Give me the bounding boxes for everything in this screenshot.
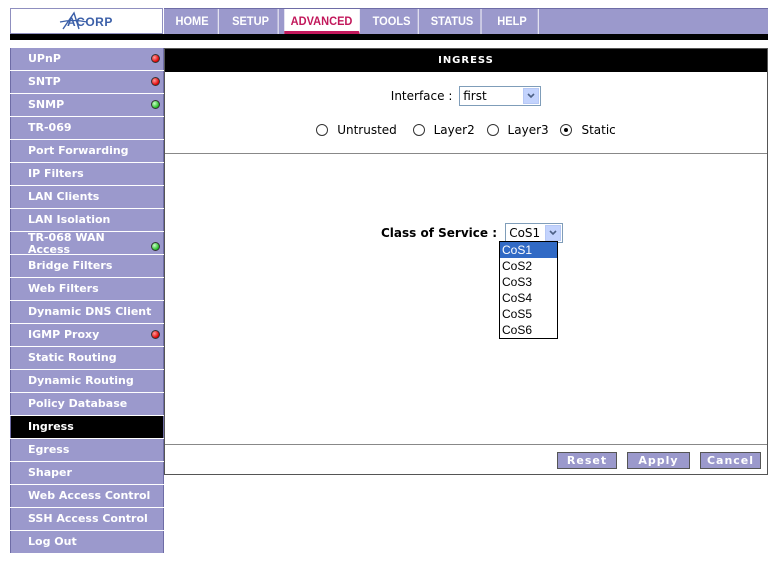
tab-home[interactable]: HOME xyxy=(166,9,219,34)
sidebar-item-label: IGMP Proxy xyxy=(28,328,100,341)
sidebar-item-snmp[interactable]: SNMP xyxy=(10,94,164,116)
reset-button[interactable]: Reset xyxy=(557,452,617,469)
sidebar-item-label: TR-068 WAN Access xyxy=(28,231,105,256)
sidebar-item-tr068-wan-access[interactable]: TR-068 WAN Access xyxy=(10,231,164,256)
sidebar-item-tr069[interactable]: TR-069 xyxy=(10,117,164,139)
sidebar-item-label: TR-069 xyxy=(28,121,72,134)
sidebar-item-policy-database[interactable]: Policy Database xyxy=(10,393,164,415)
sidebar-item-label: Log Out xyxy=(28,535,77,548)
cos-option[interactable]: CoS4 xyxy=(500,290,557,306)
cos-option[interactable]: CoS5 xyxy=(500,306,557,322)
sidebar-item-ingress[interactable]: Ingress xyxy=(10,416,164,438)
sidebar-item-sntp[interactable]: SNTP xyxy=(10,71,164,93)
sidebar-item-egress[interactable]: Egress xyxy=(10,439,164,461)
radio-static[interactable]: Static xyxy=(560,123,616,137)
sidebar-item-label: SSH Access Control xyxy=(28,512,148,525)
status-red-icon xyxy=(151,77,160,86)
interface-label: Interface : xyxy=(390,88,453,103)
cos-option[interactable]: CoS6 xyxy=(500,322,557,338)
cos-option[interactable]: CoS2 xyxy=(500,258,557,274)
sidebar-item-shaper[interactable]: Shaper xyxy=(10,462,164,484)
sidebar-item-label: Policy Database xyxy=(28,397,128,410)
chevron-down-icon[interactable] xyxy=(523,88,540,104)
tab-advanced[interactable]: ADVANCED xyxy=(284,9,360,34)
status-red-icon xyxy=(151,54,160,63)
interface-value: first xyxy=(463,89,487,103)
radio-label: Layer2 xyxy=(433,123,475,137)
sidebar-item-label: Static Routing xyxy=(28,351,117,364)
header-divider xyxy=(10,34,768,40)
sidebar-item-dynamic-routing[interactable]: Dynamic Routing xyxy=(10,370,164,392)
radio-label: Static xyxy=(581,123,616,137)
chevron-down-icon[interactable] xyxy=(545,225,562,241)
sidebar-item-label: Dynamic Routing xyxy=(28,374,134,387)
tab-setup[interactable]: SETUP xyxy=(223,9,279,34)
radio-button[interactable] xyxy=(316,124,329,136)
sidebar-item-dynamic-dns-client[interactable]: Dynamic DNS Client xyxy=(10,301,164,323)
sidebar-item-label: UPnP xyxy=(28,52,61,65)
status-red-icon xyxy=(151,330,160,339)
status-green-icon xyxy=(151,242,160,251)
apply-button[interactable]: Apply xyxy=(627,452,690,469)
sidebar-item-igmp-proxy[interactable]: IGMP Proxy xyxy=(10,324,164,346)
sidebar-item-lan-clients[interactable]: LAN Clients xyxy=(10,186,164,208)
sidebar-item-label: Bridge Filters xyxy=(28,259,113,272)
sidebar-item-label: Egress xyxy=(28,443,70,456)
trust-mode-radio-group: Untrusted Layer2 Layer3 Static xyxy=(165,123,767,137)
sidebar-item-ip-filters[interactable]: IP Filters xyxy=(10,163,164,185)
sidebar-item-label: LAN Isolation xyxy=(28,213,111,226)
radio-layer2[interactable]: Layer2 xyxy=(412,123,475,137)
radio-button[interactable] xyxy=(412,124,425,136)
cos-option[interactable]: CoS1 xyxy=(500,242,557,258)
cos-option[interactable]: CoS3 xyxy=(500,274,557,290)
logo-text: ACORP xyxy=(67,15,113,29)
sidebar-item-label: LAN Clients xyxy=(28,190,100,203)
sidebar-item-label: Port Forwarding xyxy=(28,144,129,157)
ingress-panel: INGRESS Interface : first Untrusted Laye… xyxy=(164,48,768,475)
cancel-button[interactable]: Cancel xyxy=(700,452,761,469)
top-navigation: HOME SETUP ADVANCED TOOLS STATUS HELP xyxy=(164,8,768,34)
action-buttons: Reset Apply Cancel xyxy=(557,452,761,469)
sidebar-item-port-forwarding[interactable]: Port Forwarding xyxy=(10,140,164,162)
class-of-service-row: Class of Service : CoS1 xyxy=(381,223,564,243)
cos-label: Class of Service : xyxy=(381,226,497,240)
footer-divider xyxy=(165,444,767,445)
page-title: INGRESS xyxy=(165,49,767,72)
acorp-logo: ACORP xyxy=(10,8,163,34)
sidebar-item-upnp[interactable]: UPnP xyxy=(10,48,164,70)
tab-tools[interactable]: TOOLS xyxy=(365,9,419,34)
sidebar-item-bridge-filters[interactable]: Bridge Filters xyxy=(10,255,164,277)
cos-dropdown-list: CoS1 CoS2 CoS3 CoS4 CoS5 CoS6 xyxy=(499,241,558,339)
sidebar-item-web-access-control[interactable]: Web Access Control xyxy=(10,485,164,507)
sidebar-item-label: Ingress xyxy=(28,420,74,433)
sidebar-item-label: Dynamic DNS Client xyxy=(28,305,152,318)
cos-select[interactable]: CoS1 xyxy=(505,223,564,243)
sidebar-item-label: Shaper xyxy=(28,466,72,479)
sidebar-item-label: Web Access Control xyxy=(28,489,151,502)
sidebar-item-label: IP Filters xyxy=(28,167,84,180)
radio-label: Layer3 xyxy=(507,123,549,137)
sidebar-menu: UPnP SNTP SNMP TR-069 Port Forwarding IP… xyxy=(10,48,164,554)
cos-value: CoS1 xyxy=(509,226,541,240)
radio-button[interactable] xyxy=(486,124,499,136)
sidebar-item-log-out[interactable]: Log Out xyxy=(10,531,164,553)
interface-select[interactable]: first xyxy=(459,86,542,106)
sidebar-item-label: SNTP xyxy=(28,75,61,88)
sidebar-item-web-filters[interactable]: Web Filters xyxy=(10,278,164,300)
sidebar-item-label: Web Filters xyxy=(28,282,99,295)
sidebar-item-lan-isolation[interactable]: LAN Isolation xyxy=(10,209,164,231)
sidebar-item-ssh-access-control[interactable]: SSH Access Control xyxy=(10,508,164,530)
sidebar-item-label: SNMP xyxy=(28,98,65,111)
radio-button-selected[interactable] xyxy=(560,124,573,136)
tab-help[interactable]: HELP xyxy=(486,9,539,34)
status-green-icon xyxy=(151,100,160,109)
radio-layer3[interactable]: Layer3 xyxy=(486,123,549,137)
radio-label: Untrusted xyxy=(337,123,397,137)
sidebar-item-static-routing[interactable]: Static Routing xyxy=(10,347,164,369)
radio-untrusted[interactable]: Untrusted xyxy=(316,123,397,137)
tab-status[interactable]: STATUS xyxy=(424,9,482,34)
section-divider xyxy=(165,153,767,154)
interface-row: Interface : first xyxy=(165,86,767,106)
